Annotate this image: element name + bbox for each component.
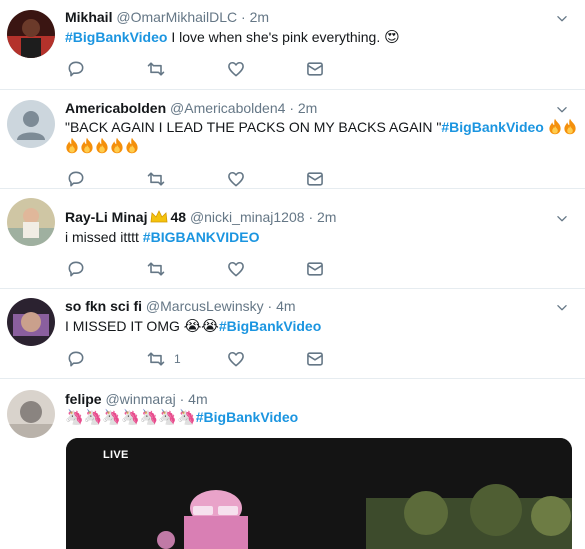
timestamp[interactable]: 2m xyxy=(317,209,336,225)
separator: · xyxy=(289,100,294,116)
reply-button[interactable] xyxy=(66,349,86,369)
like-icon xyxy=(226,169,246,189)
fire-emoji xyxy=(95,137,109,154)
retweet-icon xyxy=(146,59,166,79)
tweet-text: I MISSED IT OMG xyxy=(65,318,184,334)
chevron-down-icon[interactable] xyxy=(555,301,569,315)
like-button[interactable] xyxy=(226,349,246,369)
hashtag-link[interactable]: #BigBankVideo xyxy=(65,29,167,45)
tweet[interactable]: Mikhail @OmarMikhailDLC · 2m #BigBankVid… xyxy=(0,0,585,90)
retweet-button[interactable]: 1 xyxy=(146,349,181,369)
display-name[interactable]: Americabolden xyxy=(65,100,166,116)
reply-button[interactable] xyxy=(66,59,86,79)
chevron-down-icon[interactable] xyxy=(555,12,569,26)
tweet[interactable]: Ray-Li Minaj 48 @nicki_minaj1208 · 2m i m… xyxy=(0,188,585,289)
fire-emoji xyxy=(548,118,562,135)
avatar[interactable] xyxy=(7,390,55,438)
hashtag-link[interactable]: #BigBankVideo xyxy=(196,409,298,425)
tweet[interactable]: Americabolden @Americabolden4 · 2m "BACK… xyxy=(0,89,585,189)
hashtag-link[interactable]: #BigBankVideo xyxy=(219,318,321,334)
fire-emoji xyxy=(563,118,577,135)
message-icon xyxy=(305,259,325,279)
video-media[interactable]: LIVE xyxy=(66,438,572,549)
separator: · xyxy=(241,9,246,25)
like-icon xyxy=(226,259,246,279)
hashtag-link[interactable]: #BIGBANKVIDEO xyxy=(143,229,260,245)
avatar[interactable] xyxy=(7,198,55,246)
timestamp[interactable]: 4m xyxy=(276,298,295,314)
hashtag-link[interactable]: #BigBankVideo xyxy=(441,119,543,135)
retweet-button[interactable] xyxy=(146,169,166,189)
separator: · xyxy=(308,209,314,225)
user-handle[interactable]: @winmaraj xyxy=(105,391,175,407)
display-name-suffix: 48 xyxy=(170,209,187,225)
reply-icon xyxy=(66,169,86,189)
display-name[interactable]: Mikhail xyxy=(65,9,112,25)
display-name[interactable]: Ray-Li Minaj xyxy=(65,209,147,225)
video-frame xyxy=(66,438,572,549)
avatar[interactable] xyxy=(7,10,55,58)
like-button[interactable] xyxy=(226,169,246,189)
reply-icon xyxy=(66,349,86,369)
message-icon xyxy=(305,349,325,369)
direct-message-button[interactable] xyxy=(305,169,325,189)
tweet-text: "BACK AGAIN I LEAD THE PACKS ON MY BACKS… xyxy=(65,119,442,135)
tweet[interactable]: so fkn sci fi @MarcusLewinsky · 4m I MIS… xyxy=(0,288,585,379)
chevron-down-icon[interactable] xyxy=(555,212,569,226)
user-handle[interactable]: @OmarMikhailDLC xyxy=(116,9,237,25)
display-name[interactable]: felipe xyxy=(65,391,102,407)
tweet-text: i missed itttt xyxy=(65,229,143,245)
retweet-icon xyxy=(146,349,166,369)
like-icon xyxy=(226,59,246,79)
retweet-icon xyxy=(146,259,166,279)
retweet-button[interactable] xyxy=(146,259,166,279)
message-icon xyxy=(305,169,325,189)
fire-emoji xyxy=(65,137,79,154)
direct-message-button[interactable] xyxy=(305,349,325,369)
separator: · xyxy=(267,298,273,314)
user-handle[interactable]: @Americabolden4 xyxy=(170,100,285,116)
retweet-count: 1 xyxy=(174,352,181,366)
fire-emoji xyxy=(125,137,139,154)
tweet-text: I love when she's pink everything. xyxy=(167,29,385,45)
direct-message-button[interactable] xyxy=(305,59,325,79)
timestamp[interactable]: 2m xyxy=(250,9,269,25)
display-name[interactable]: so fkn sci fi xyxy=(65,298,142,314)
avatar[interactable] xyxy=(7,298,55,346)
avatar[interactable] xyxy=(7,100,55,148)
reply-icon xyxy=(66,59,86,79)
fire-emoji xyxy=(110,137,124,154)
message-icon xyxy=(305,59,325,79)
heart-eyes-emoji: 😍 xyxy=(384,28,400,46)
timestamp[interactable]: 4m xyxy=(188,391,207,407)
separator: · xyxy=(179,391,185,407)
fire-emoji xyxy=(80,137,94,154)
like-icon xyxy=(226,349,246,369)
chevron-down-icon[interactable] xyxy=(555,103,569,117)
reply-button[interactable] xyxy=(66,169,86,189)
reply-button[interactable] xyxy=(66,259,86,279)
user-handle[interactable]: @MarcusLewinsky xyxy=(146,298,264,314)
retweet-button[interactable] xyxy=(146,59,166,79)
retweet-icon xyxy=(146,169,166,189)
unicorn-emoji: 🦄🦄🦄🦄🦄🦄🦄 xyxy=(65,408,196,426)
crying-emoji: 😭😭 xyxy=(183,317,219,335)
live-badge: LIVE xyxy=(103,449,129,461)
like-button[interactable] xyxy=(226,259,246,279)
crown-emoji xyxy=(150,210,168,224)
reply-icon xyxy=(66,259,86,279)
direct-message-button[interactable] xyxy=(305,259,325,279)
like-button[interactable] xyxy=(226,59,246,79)
timestamp[interactable]: 2m xyxy=(298,100,317,116)
user-handle[interactable]: @nicki_minaj1208 xyxy=(190,209,305,225)
